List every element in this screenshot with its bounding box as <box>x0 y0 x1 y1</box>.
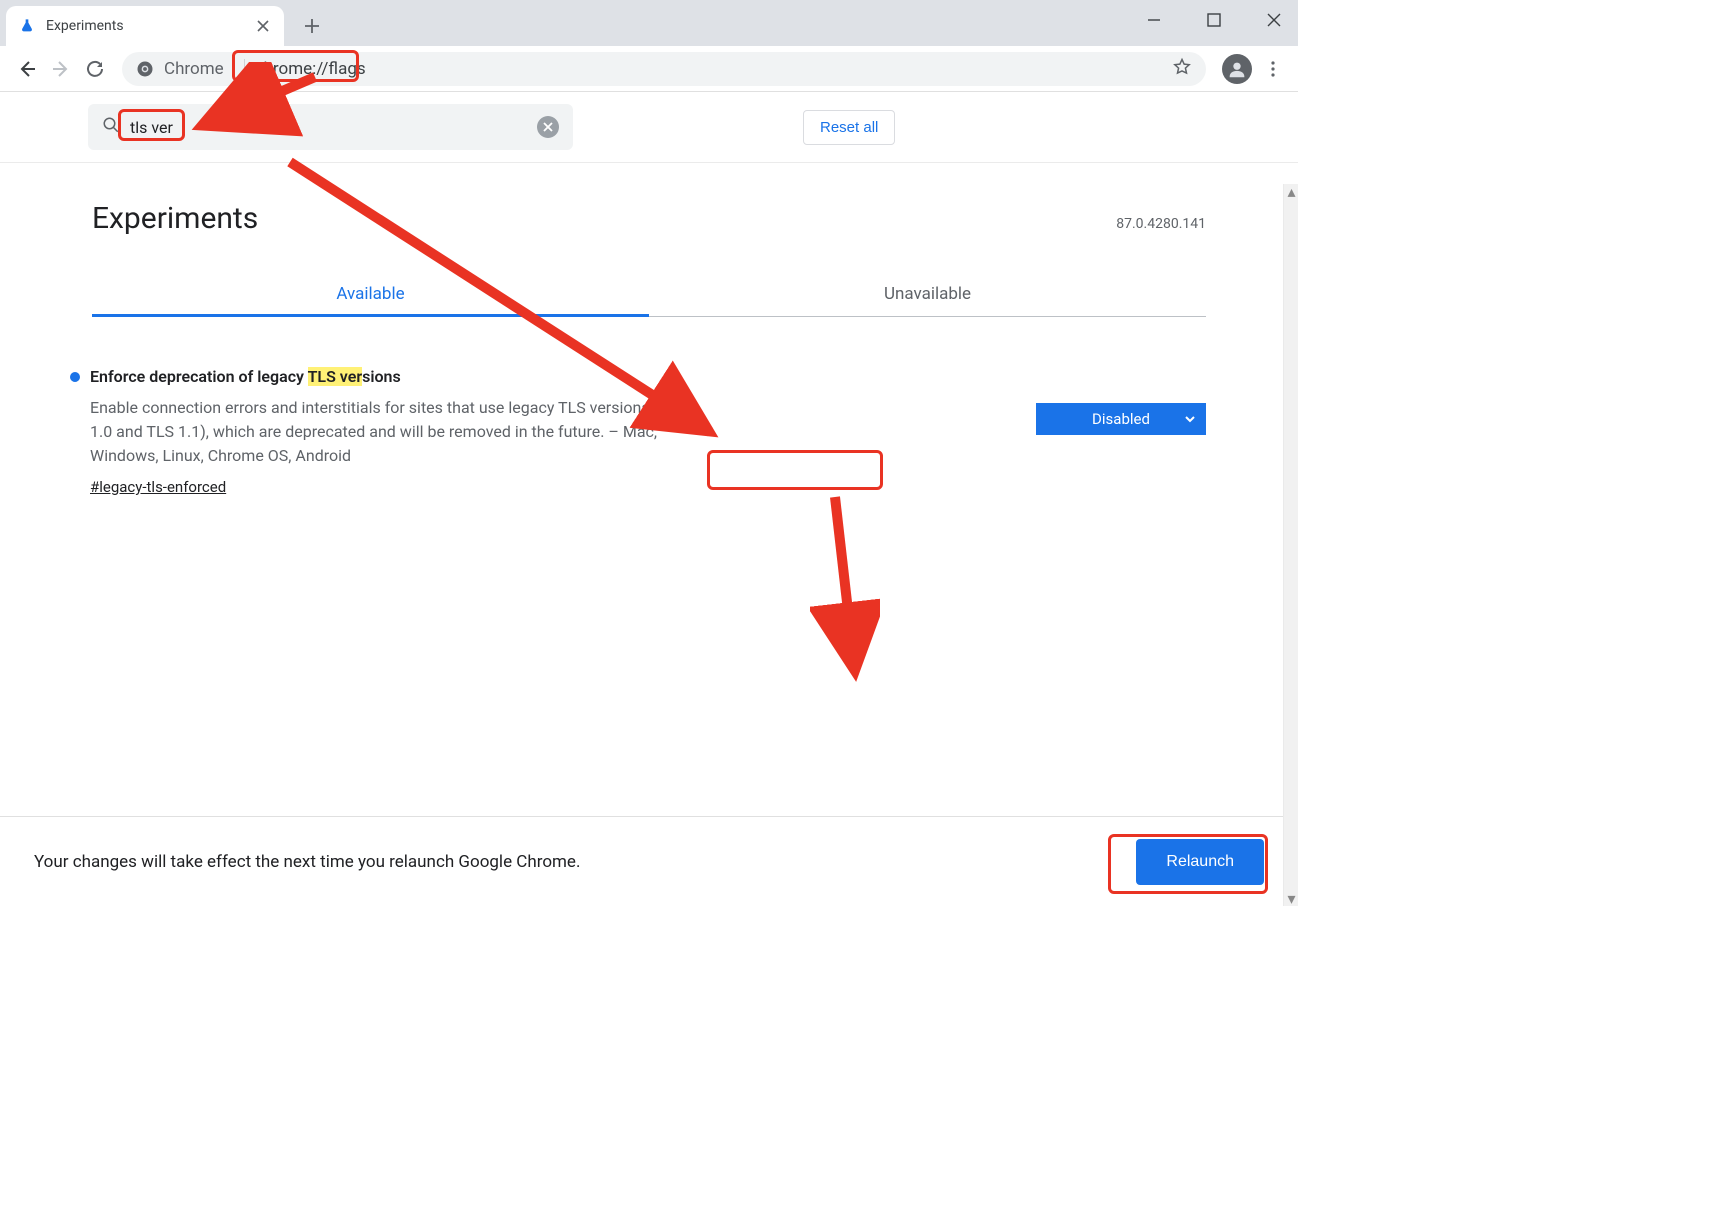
address-chip-label: Chrome <box>164 59 224 79</box>
experiments-header: Experiments 87.0.4280.141 <box>0 163 1298 236</box>
minimize-button[interactable] <box>1138 4 1170 36</box>
flag-item: Enforce deprecation of legacy TLS versio… <box>0 317 1298 496</box>
search-icon <box>102 116 120 138</box>
search-value: tls ver <box>130 118 173 137</box>
window-controls <box>1138 4 1290 36</box>
address-url: chrome://flags <box>255 59 366 79</box>
flag-hash-link[interactable]: #legacy-tls-enforced <box>90 478 226 496</box>
chevron-down-icon <box>1184 410 1196 429</box>
maximize-button[interactable] <box>1198 4 1230 36</box>
search-row: tls ver Reset all <box>0 92 1298 163</box>
bookmark-star-button[interactable] <box>1172 57 1192 81</box>
address-separator <box>244 59 245 79</box>
browser-tab[interactable]: Experiments <box>6 6 284 46</box>
tab-title: Experiments <box>46 18 254 34</box>
footer-message: Your changes will take effect the next t… <box>34 852 580 872</box>
chrome-icon <box>136 60 154 78</box>
annotation-arrow-to-relaunch <box>810 492 880 692</box>
flag-title: Enforce deprecation of legacy TLS versio… <box>90 367 401 386</box>
flag-modified-dot-icon <box>70 372 80 382</box>
close-window-button[interactable] <box>1258 4 1290 36</box>
tab-available[interactable]: Available <box>92 272 649 316</box>
tab-indicator <box>92 314 649 317</box>
tab-unavailable[interactable]: Unavailable <box>649 272 1206 316</box>
flag-select-value: Disabled <box>1092 410 1150 428</box>
flag-state-select[interactable]: Disabled <box>1036 403 1206 435</box>
relaunch-button[interactable]: Relaunch <box>1136 839 1264 885</box>
page-title: Experiments <box>92 201 258 236</box>
back-button[interactable] <box>10 52 44 86</box>
scrollbar[interactable]: ▴ ▾ <box>1283 184 1298 906</box>
flag-text-block: Enforce deprecation of legacy TLS versio… <box>70 367 1036 496</box>
clear-search-button[interactable] <box>537 116 559 138</box>
scroll-down-icon[interactable]: ▾ <box>1284 891 1299 906</box>
address-bar[interactable]: Chrome chrome://flags <box>122 52 1206 86</box>
relaunch-footer: Your changes will take effect the next t… <box>0 816 1298 906</box>
menu-button[interactable] <box>1258 54 1288 84</box>
close-tab-button[interactable] <box>254 17 272 35</box>
flag-title-highlight: TLS ver <box>308 367 363 386</box>
profile-button[interactable] <box>1222 54 1252 84</box>
reset-all-button[interactable]: Reset all <box>803 110 895 145</box>
flag-description: Enable connection errors and interstitia… <box>90 396 710 468</box>
page-content: tls ver Reset all Experiments 87.0.4280.… <box>0 92 1298 906</box>
flask-icon <box>18 17 36 35</box>
forward-button[interactable] <box>44 52 78 86</box>
browser-toolbar: Chrome chrome://flags <box>0 46 1298 92</box>
flag-title-post: sions <box>362 367 401 386</box>
scroll-up-icon[interactable]: ▴ <box>1284 184 1299 199</box>
new-tab-button[interactable] <box>298 12 326 40</box>
reload-button[interactable] <box>78 52 112 86</box>
flag-title-pre: Enforce deprecation of legacy <box>90 367 308 386</box>
tabs-row: Available Unavailable <box>92 272 1206 317</box>
chrome-version: 87.0.4280.141 <box>1116 216 1206 232</box>
tab-strip: Experiments <box>0 0 1298 46</box>
search-flags-input[interactable]: tls ver <box>88 104 573 150</box>
